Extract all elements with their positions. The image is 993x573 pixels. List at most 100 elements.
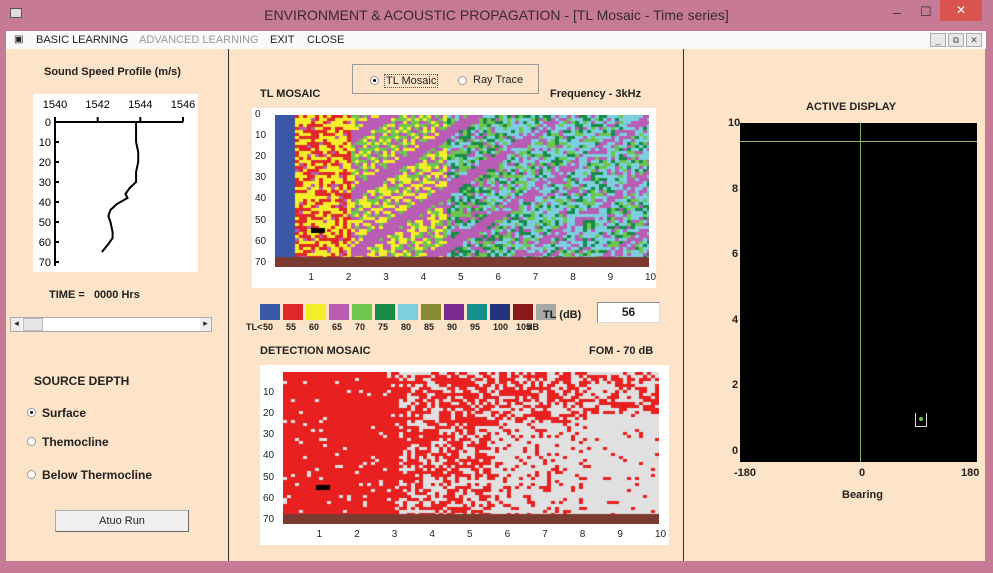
mdi-close-button[interactable]: ✕ [966, 33, 982, 47]
tl_mosaic-y-tick: 60 [255, 235, 267, 247]
tl_mosaic-x-tick: 4 [420, 272, 427, 283]
y-tick-label: 50 [39, 217, 51, 229]
legend-swatch [329, 304, 349, 320]
auto-run-button[interactable]: Atuo Run [55, 510, 189, 532]
tl_mosaic-y-tick: 0 [255, 109, 261, 120]
main-area: Sound Speed Profile (m/s) 1540 1542 1544 15… [6, 49, 985, 561]
tl_mosaic-x-tick: 7 [532, 272, 539, 283]
detection-x-tick: 5 [467, 529, 473, 540]
legend-swatch [444, 304, 464, 320]
y-tick-label: 10 [39, 137, 51, 149]
tl_mosaic-y-tick: 50 [255, 214, 267, 226]
legend-swatch [283, 304, 303, 320]
minimize-button[interactable]: – [893, 4, 901, 20]
sound-speed-curve [101, 122, 140, 253]
legend-level: 75 [378, 322, 389, 332]
radio-ray-trace[interactable] [458, 76, 467, 85]
target-marker[interactable] [915, 413, 928, 428]
title-bar: ENVIRONMENT & ACOUSTIC PROPAGATION - [TL… [0, 0, 993, 31]
time-scrollbar[interactable]: ◂ ▸ [10, 317, 212, 332]
menu-close[interactable]: CLOSE [307, 34, 344, 46]
ssp-chart: 1540 1542 1544 1546 0 10 20 30 40 50 60 70 [33, 94, 198, 272]
tl_mosaic-y-tick: 10 [255, 130, 267, 142]
divider [683, 49, 684, 561]
menu-basic-learning[interactable]: BASIC LEARNING [36, 34, 128, 46]
legend-level: 90 [447, 322, 458, 332]
detection-x-tick: 8 [579, 529, 586, 540]
tl-mosaic-title: TL MOSAIC [260, 88, 321, 100]
legend-swatch [490, 304, 510, 320]
legend-swatch [260, 304, 280, 320]
tl-mosaic-option[interactable]: TL Mosaic [384, 74, 439, 88]
radio-surface[interactable] [27, 408, 36, 417]
tl_mosaic-x-tick: 1 [308, 272, 314, 283]
detection-x-tick: 2 [354, 529, 360, 540]
tl-mosaic-plot [275, 115, 649, 267]
radio-thermocline[interactable] [27, 437, 36, 446]
legend-level: 70 [355, 322, 366, 332]
tl_mosaic-x-tick: 9 [607, 272, 614, 283]
time-value: 0000 Hrs [93, 289, 140, 301]
tl-label: TL (dB) [543, 309, 582, 321]
detection-mosaic-plot [283, 372, 659, 524]
detection-y-tick: 20 [263, 408, 275, 420]
radio-label: Surface [42, 406, 87, 420]
tl_mosaic-x-tick: 10 [645, 272, 657, 283]
tl-value-field[interactable]: 56 [597, 302, 660, 323]
y-tick-label: 10 [728, 117, 741, 129]
tl_mosaic-y-tick: 30 [255, 172, 267, 184]
close-button[interactable]: ✕ [940, 0, 982, 21]
radio-below-thermocline[interactable] [27, 470, 36, 479]
scroll-right-arrow[interactable]: ▸ [200, 318, 211, 331]
y-tick-label: 20 [39, 157, 51, 169]
x-tick-label: 1540 [43, 99, 67, 111]
detection-x-tick: 3 [391, 529, 398, 540]
tl_mosaic-x-tick: 8 [570, 272, 576, 283]
menu-advanced-learning[interactable]: ADVANCED LEARNING [139, 34, 259, 46]
legend-swatch [421, 304, 441, 320]
x-tick-label: 1544 [128, 99, 152, 111]
scroll-left-arrow[interactable]: ◂ [11, 318, 22, 331]
menu-exit[interactable]: EXIT [270, 34, 294, 46]
target-dot [919, 417, 924, 422]
active-display-title: ACTIVE DISPLAY [806, 101, 897, 113]
radio-tl-mosaic[interactable] [370, 76, 379, 85]
tl_mosaic-y-tick: 40 [255, 193, 267, 205]
x-tick-label: 1542 [85, 99, 109, 111]
detection-y-tick: 10 [263, 387, 275, 399]
tl_mosaic-y-tick: 20 [255, 151, 267, 163]
legend-swatch [398, 304, 418, 320]
tl_mosaic-x-tick: 2 [345, 272, 352, 283]
maximize-button[interactable]: ☐ [920, 4, 932, 20]
mdi-restore-button[interactable]: ⧉ [948, 33, 964, 47]
detection-x-tick: 10 [655, 529, 667, 540]
mdi-minimize-button[interactable]: _ [930, 33, 946, 47]
legend-swatch [352, 304, 372, 320]
detection-x-tick: 1 [316, 529, 323, 540]
zero-bearing-line [860, 123, 861, 462]
ssp-title: Sound Speed Profile (m/s) [44, 66, 181, 78]
y-tick-label: 4 [732, 313, 739, 326]
scroll-thumb[interactable] [23, 318, 43, 331]
detection-mosaic-title: DETECTION MOSAIC [260, 345, 371, 357]
fom-label: FOM - 70 dB [589, 345, 654, 357]
detection-x-tick: 9 [617, 529, 623, 540]
detection-x-tick: 7 [542, 529, 548, 540]
legend-swatch [467, 304, 487, 320]
radio-label: Below Thermocline [42, 468, 153, 482]
tl_mosaic-y-tick: 70 [255, 256, 267, 268]
legend-level: 50 [263, 322, 274, 332]
x-tick-label: 180 [961, 467, 980, 479]
tl-mosaic-chart: 1 2 3 4 5 6 7 8 9 10 0 10 20 30 40 50 60 70 [252, 108, 656, 288]
legend-swatch [513, 304, 533, 320]
tl_mosaic-x-tick: 5 [458, 272, 464, 283]
ray-trace-option[interactable]: Ray Trace [473, 74, 523, 86]
legend-level: 80 [401, 322, 412, 332]
detection-y-tick: 60 [263, 492, 275, 504]
legend-unit: dB [527, 322, 539, 332]
x-tick-label: 0 [859, 467, 866, 479]
y-tick-label: 0 [732, 445, 739, 457]
bearing-label: Bearing [842, 489, 883, 501]
menu-bar: ▣ BASIC LEARNING ADVANCED LEARNING EXIT … [6, 31, 986, 49]
x-tick-label: -180 [734, 467, 757, 479]
